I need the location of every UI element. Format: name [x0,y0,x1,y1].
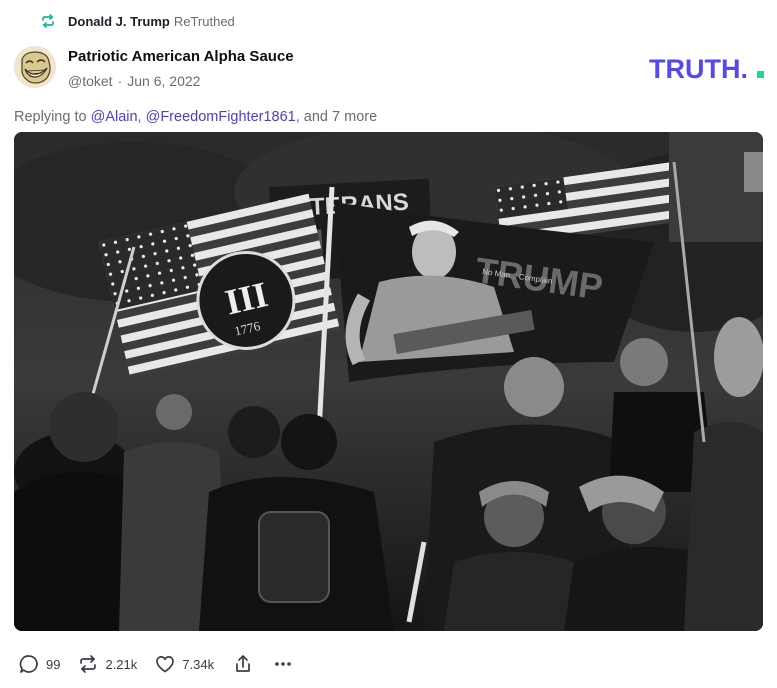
reply-count: 99 [46,656,61,672]
reply-suffix: , and 7 more [295,109,378,125]
author-block: Patriotic American Alpha Sauce @toket · … [68,48,294,90]
post-meta: @toket · Jun 6, 2022 [68,72,294,90]
post-actions: 99 2.21k 7.34k [18,652,294,676]
avatar[interactable] [14,46,56,88]
retruth-label: ReTruthed [173,13,235,29]
retruth-header: Donald J. Trump ReTruthed [40,12,235,30]
post-date[interactable]: Jun 6, 2022 [127,72,200,90]
like-button[interactable]: 7.34k [154,653,214,675]
like-count: 7.34k [182,656,215,672]
replying-to-line: Replying to @Alain, @FreedomFighter1861,… [14,109,378,125]
trollface-avatar-image [14,46,56,88]
display-name[interactable]: Patriotic American Alpha Sauce [68,48,294,66]
more-icon [275,662,291,666]
share-icon [236,655,250,672]
retruth-icon [42,14,54,28]
handle[interactable]: @toket [68,72,113,90]
mention-link[interactable]: @Alain [91,109,138,125]
retruth-button[interactable]: 2.21k [77,653,137,675]
heart-icon [156,656,175,673]
logo-text: TRUTH. [649,54,748,82]
reply-icon [19,655,38,673]
more-options-button[interactable] [272,653,294,675]
reply-button[interactable]: 99 [18,653,60,675]
retruth-author-link[interactable]: Donald J. Trump [68,14,170,29]
truth-social-logo[interactable]: TRUTH. [649,54,765,82]
mention-link[interactable]: @FreedomFighter1861 [146,109,296,125]
retruth-icon [80,655,97,673]
share-button[interactable] [232,653,254,675]
post-image[interactable]: VETERANS III 1776 TRUMP No Man... Compla… [14,132,763,631]
meta-separator: · [117,73,123,89]
reply-prefix: Replying to [14,109,87,125]
retruth-count: 2.21k [105,656,138,672]
